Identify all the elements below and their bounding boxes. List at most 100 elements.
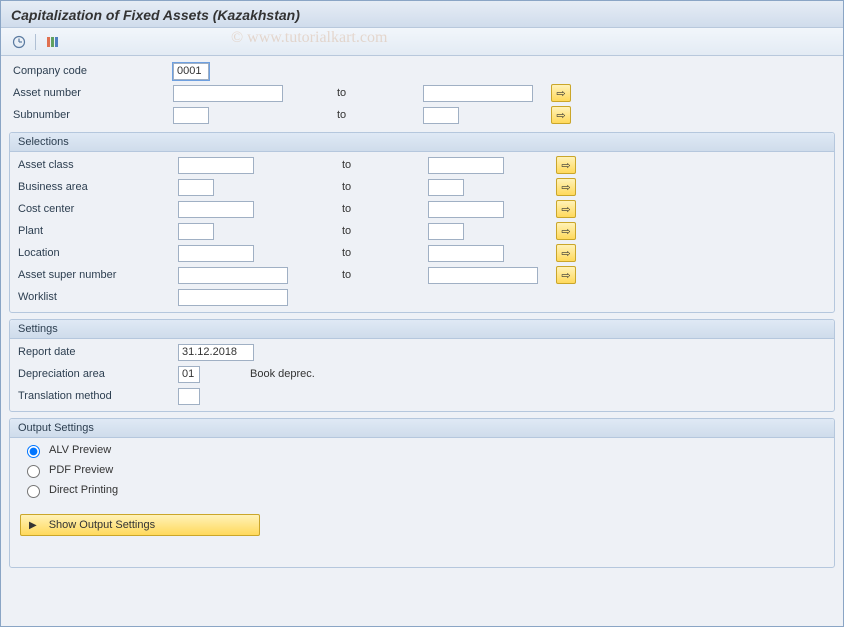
to-label: to	[338, 203, 428, 215]
output-settings-group: Output Settings ALV Preview PDF Preview …	[9, 418, 835, 568]
row-location: Location to ⇨	[14, 242, 830, 264]
asset-super-number-from-input[interactable]	[178, 267, 288, 284]
asset-class-multi-button[interactable]: ⇨	[556, 156, 576, 174]
alv-preview-label: ALV Preview	[49, 444, 111, 456]
worklist-label: Worklist	[18, 291, 178, 303]
report-date-label: Report date	[18, 346, 178, 358]
location-from-input[interactable]	[178, 245, 254, 262]
plant-label: Plant	[18, 225, 178, 237]
execute-button[interactable]	[9, 33, 29, 51]
subnumber-multi-button[interactable]: ⇨	[551, 106, 571, 124]
to-label: to	[338, 269, 428, 281]
location-to-input[interactable]	[428, 245, 504, 262]
translation-method-label: Translation method	[18, 390, 178, 402]
show-output-settings-button[interactable]: ▶ Show Output Settings	[20, 514, 260, 536]
arrow-right-icon: ⇨	[561, 159, 570, 172]
direct-printing-radio[interactable]	[27, 485, 40, 498]
plant-to-input[interactable]	[428, 223, 464, 240]
output-settings-header: Output Settings	[10, 419, 834, 438]
location-label: Location	[18, 247, 178, 259]
cost-center-to-input[interactable]	[428, 201, 504, 218]
row-report-date: Report date	[14, 341, 830, 363]
row-business-area: Business area to ⇨	[14, 176, 830, 198]
row-worklist: Worklist	[14, 286, 830, 308]
company-code-input[interactable]	[173, 63, 209, 80]
title-bar: Capitalization of Fixed Assets (Kazakhst…	[1, 1, 843, 28]
settings-group: Settings Report date Depreciation area B…	[9, 319, 835, 412]
alv-preview-radio[interactable]	[27, 445, 40, 458]
cost-center-from-input[interactable]	[178, 201, 254, 218]
show-output-settings-label: Show Output Settings	[49, 519, 155, 531]
location-multi-button[interactable]: ⇨	[556, 244, 576, 262]
row-cost-center: Cost center to ⇨	[14, 198, 830, 220]
asset-number-multi-button[interactable]: ⇨	[551, 84, 571, 102]
asset-super-number-multi-button[interactable]: ⇨	[556, 266, 576, 284]
depreciation-area-label: Depreciation area	[18, 368, 178, 380]
to-label: to	[338, 159, 428, 171]
pdf-preview-label: PDF Preview	[49, 464, 113, 476]
to-label: to	[338, 225, 428, 237]
subnumber-label: Subnumber	[13, 109, 173, 121]
clock-execute-icon	[12, 35, 26, 49]
arrow-right-icon: ⇨	[556, 109, 565, 122]
asset-super-number-to-input[interactable]	[428, 267, 538, 284]
business-area-label: Business area	[18, 181, 178, 193]
to-label: to	[338, 247, 428, 259]
business-area-multi-button[interactable]: ⇨	[556, 178, 576, 196]
direct-printing-label: Direct Printing	[49, 484, 118, 496]
asset-class-to-input[interactable]	[428, 157, 504, 174]
row-pdf-preview: PDF Preview	[14, 460, 830, 480]
to-label: to	[333, 109, 423, 121]
asset-class-label: Asset class	[18, 159, 178, 171]
to-label: to	[338, 181, 428, 193]
row-depreciation-area: Depreciation area Book deprec.	[14, 363, 830, 385]
asset-number-to-input[interactable]	[423, 85, 533, 102]
cost-center-label: Cost center	[18, 203, 178, 215]
translation-method-input[interactable]	[178, 388, 200, 405]
window-title: Capitalization of Fixed Assets (Kazakhst…	[11, 7, 300, 23]
subnumber-to-input[interactable]	[423, 107, 459, 124]
report-date-input[interactable]	[178, 344, 254, 361]
to-label: to	[333, 87, 423, 99]
depreciation-area-input[interactable]	[178, 366, 200, 383]
arrow-right-icon: ⇨	[561, 269, 570, 282]
subnumber-from-input[interactable]	[173, 107, 209, 124]
company-code-label: Company code	[13, 65, 173, 77]
row-asset-class: Asset class to ⇨	[14, 154, 830, 176]
worklist-input[interactable]	[178, 289, 288, 306]
arrow-right-icon: ⇨	[561, 203, 570, 216]
plant-from-input[interactable]	[178, 223, 214, 240]
arrow-right-icon: ⇨	[561, 225, 570, 238]
asset-super-number-label: Asset super number	[18, 269, 178, 281]
toolbar-separator	[35, 34, 36, 50]
business-area-from-input[interactable]	[178, 179, 214, 196]
variant-icon	[45, 35, 59, 49]
selections-header: Selections	[10, 133, 834, 152]
selections-group: Selections Asset class to ⇨ Business are…	[9, 132, 835, 313]
row-company-code: Company code	[9, 60, 835, 82]
arrow-right-icon: ⇨	[561, 247, 570, 260]
row-alv-preview: ALV Preview	[14, 440, 830, 460]
cost-center-multi-button[interactable]: ⇨	[556, 200, 576, 218]
application-toolbar	[1, 28, 843, 56]
row-direct-printing: Direct Printing	[14, 480, 830, 500]
row-subnumber: Subnumber to ⇨	[9, 104, 835, 126]
business-area-to-input[interactable]	[428, 179, 464, 196]
settings-header: Settings	[10, 320, 834, 339]
row-translation-method: Translation method	[14, 385, 830, 407]
plant-multi-button[interactable]: ⇨	[556, 222, 576, 240]
depreciation-area-text: Book deprec.	[240, 368, 315, 380]
row-asset-super-number: Asset super number to ⇨	[14, 264, 830, 286]
selection-screen: Company code Asset number to ⇨ Subnumber…	[1, 56, 843, 576]
asset-number-label: Asset number	[13, 87, 173, 99]
arrow-right-icon: ⇨	[561, 181, 570, 194]
sap-window: Capitalization of Fixed Assets (Kazakhst…	[0, 0, 844, 627]
row-asset-number: Asset number to ⇨	[9, 82, 835, 104]
variant-button[interactable]	[42, 33, 62, 51]
pdf-preview-radio[interactable]	[27, 465, 40, 478]
row-plant: Plant to ⇨	[14, 220, 830, 242]
asset-number-from-input[interactable]	[173, 85, 283, 102]
triangle-right-icon: ▶	[29, 520, 37, 531]
asset-class-from-input[interactable]	[178, 157, 254, 174]
arrow-right-icon: ⇨	[556, 87, 565, 100]
